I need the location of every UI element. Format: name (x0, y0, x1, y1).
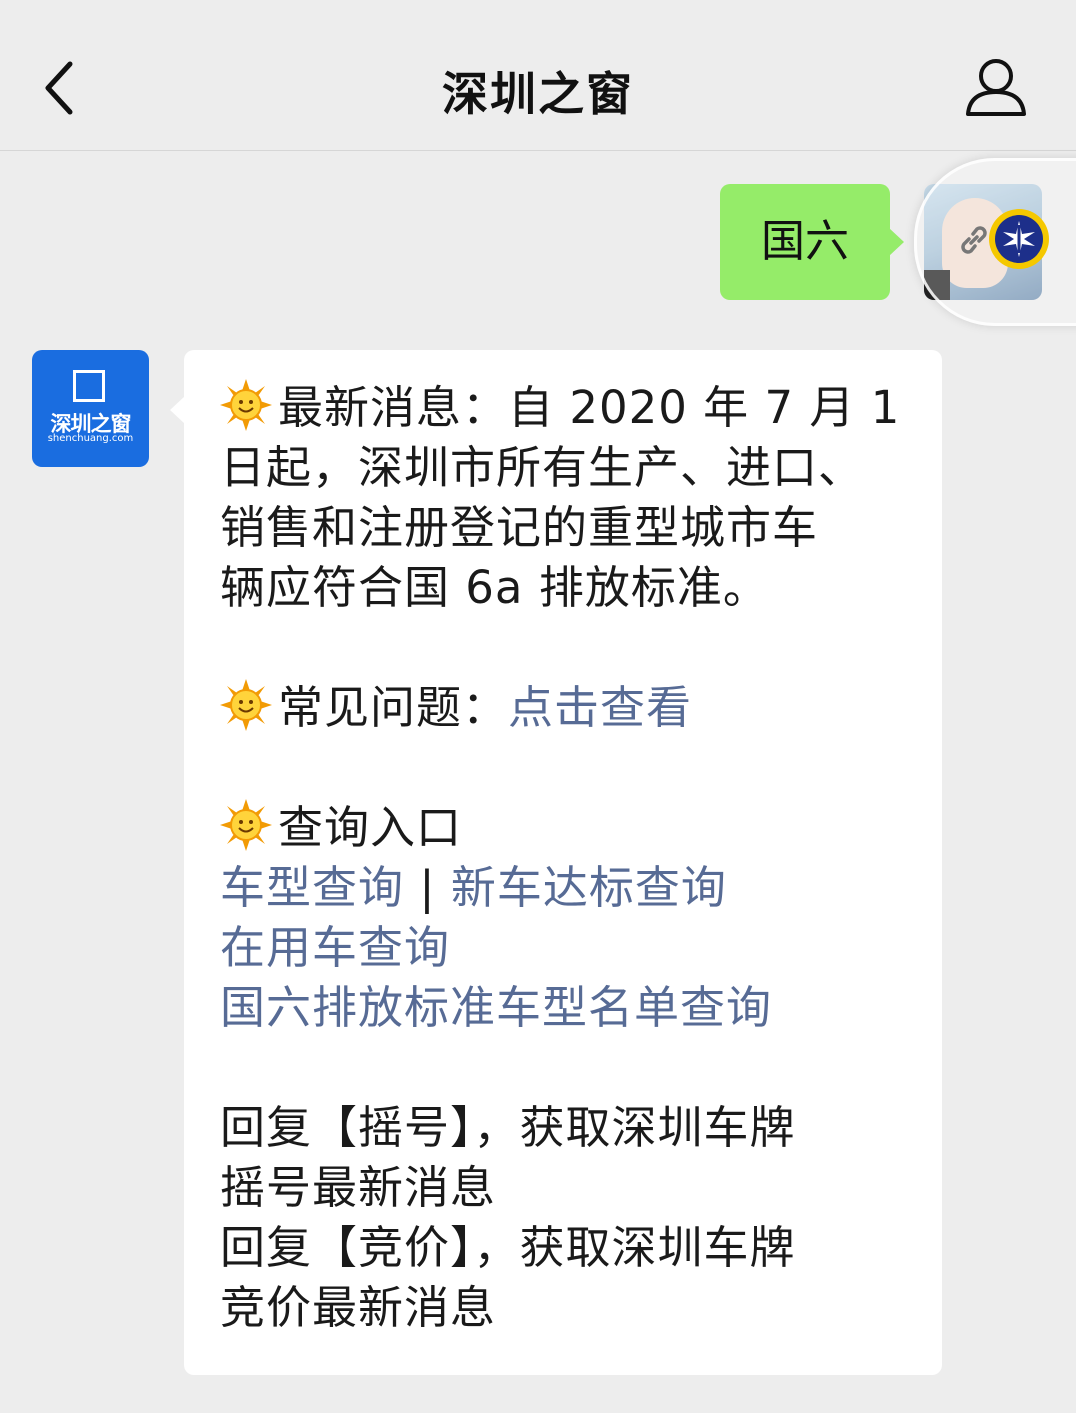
sun-emoji-icon (220, 799, 272, 851)
vehicle-model-query-link[interactable]: 车型查询 (220, 861, 404, 914)
query-label: 查询入口 (278, 801, 463, 854)
logo-window-icon (73, 370, 105, 402)
sent-message-text: 国六 (761, 216, 849, 267)
query-links-line: 在用车查询 (220, 918, 920, 978)
link-icon (961, 226, 987, 254)
news-text-line: 销售和注册登记的重型城市车 (220, 501, 819, 554)
navigation-bar: 深圳之窗 (0, 0, 1076, 151)
query-links-line: 车型查询 | 新车达标查询 (220, 858, 920, 918)
reply-hint-line: 回复【竞价】，获取深圳车牌 (220, 1221, 796, 1274)
emission-standard-list-query-link[interactable]: 国六排放标准车型名单查询 (220, 981, 772, 1034)
faq-label: 常见问题： (278, 681, 509, 734)
faq-line: 常见问题：点击查看 (220, 678, 920, 738)
received-message-bubble: 最新消息：自 2020 年 7 月 1 日起，深圳市所有生产、进口、 销售和注册… (170, 350, 942, 1375)
query-links-line: 国六排放标准车型名单查询 (220, 978, 920, 1038)
news-label: 最新消息： (278, 381, 509, 434)
sent-message-bubble[interactable]: 国六 (720, 184, 904, 300)
news-text-line: 日起，深圳市所有生产、进口、 (220, 441, 865, 494)
profile-button[interactable] (962, 56, 1030, 118)
chat-title: 深圳之窗 (442, 67, 634, 121)
sun-emoji-icon (220, 679, 272, 731)
news-text-line: 辆应符合国 6a 排放标准。 (220, 561, 769, 614)
query-heading-line: 查询入口 (220, 798, 920, 858)
reply-hint-line: 摇号最新消息 (220, 1161, 497, 1214)
profile-icon (966, 59, 1026, 116)
reply-hint-line: 竞价最新消息 (220, 1281, 497, 1334)
faq-link[interactable]: 点击查看 (508, 681, 692, 734)
official-account-avatar[interactable]: 深圳之窗 shenchuang.com (32, 350, 149, 467)
new-vehicle-compliance-query-link[interactable]: 新车达标查询 (451, 861, 727, 914)
news-text-line: 自 2020 年 7 月 1 (508, 381, 901, 434)
reply-hint-line: 回复【摇号】，获取深圳车牌 (220, 1101, 796, 1154)
sun-emoji-icon (220, 379, 272, 431)
news-line: 最新消息：自 2020 年 7 月 1 (220, 378, 920, 438)
link-separator: | (419, 861, 436, 914)
message-content: 最新消息：自 2020 年 7 月 1 日起，深圳市所有生产、进口、 销售和注册… (220, 378, 920, 1338)
logo-url: shenchuang.com (47, 433, 134, 444)
badge-icon (989, 209, 1049, 269)
in-use-vehicle-query-link[interactable]: 在用车查询 (220, 921, 450, 974)
